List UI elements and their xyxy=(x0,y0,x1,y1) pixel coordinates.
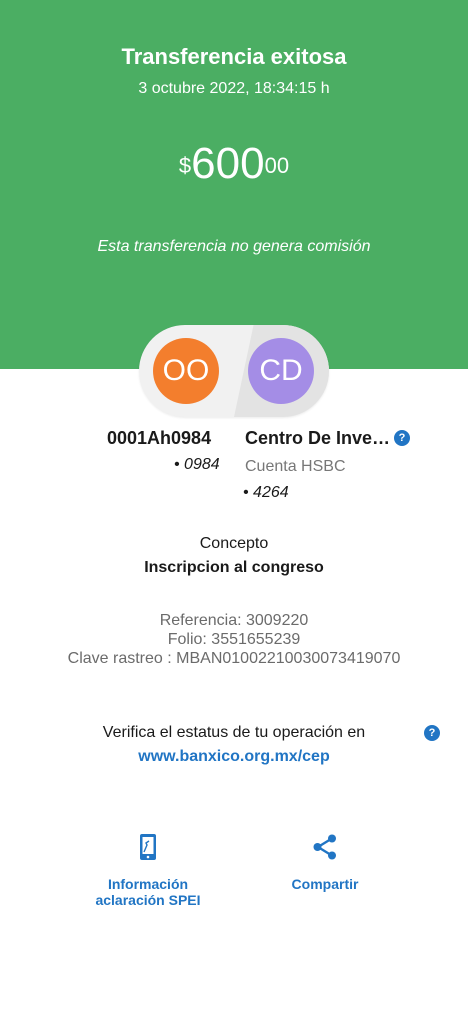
to-account-name: Centro De Inves... xyxy=(245,428,395,448)
concept-label: Concepto xyxy=(199,535,269,552)
share-icon xyxy=(313,834,336,860)
question-icon[interactable]: ? xyxy=(394,430,410,446)
account-avatars: OO CD xyxy=(139,325,329,417)
folio-number: Folio: 3551655239 xyxy=(167,631,301,648)
from-avatar: OO xyxy=(153,338,219,404)
verify-text: Verifica el estatus de tu operación en xyxy=(102,724,366,741)
banxico-link[interactable]: www.banxico.org.mx/cep xyxy=(0,748,468,766)
from-account-name: 0001Ah0984 xyxy=(107,428,212,448)
amount-currency: $ xyxy=(178,153,192,178)
amount-whole: 600 xyxy=(191,139,265,188)
share-button[interactable]: Compartir xyxy=(270,832,380,892)
concept-value: Inscripcion al congreso xyxy=(144,559,324,576)
page-title: Transferencia exitosa xyxy=(121,44,347,69)
spei-info-button[interactable]: Información aclaración SPEI xyxy=(88,832,208,908)
transfer-amount: $60000 xyxy=(0,140,468,188)
question-icon[interactable]: ? xyxy=(424,725,440,741)
spei-info-label-2: aclaración SPEI xyxy=(95,892,201,908)
phone-icon xyxy=(140,834,156,860)
to-avatar: CD xyxy=(248,338,314,404)
amount-cents: 00 xyxy=(264,153,290,178)
to-account-bank: Cuenta HSBC xyxy=(245,458,346,475)
fee-note: Esta transferencia no genera comisión xyxy=(97,238,371,255)
share-label: Compartir xyxy=(291,876,359,892)
reference-number: Referencia: 3009220 xyxy=(159,612,309,629)
tracking-key: Clave rastreo : MBAN01002210030073419070 xyxy=(67,650,401,667)
to-account-number: • 4264 xyxy=(243,484,289,501)
transfer-datetime: 3 octubre 2022, 18:34:15 h xyxy=(138,80,330,97)
from-account-number: • 0984 xyxy=(174,456,220,473)
success-header: Transferencia exitosa 3 octubre 2022, 18… xyxy=(0,0,468,369)
spei-info-label-1: Información xyxy=(107,876,189,892)
